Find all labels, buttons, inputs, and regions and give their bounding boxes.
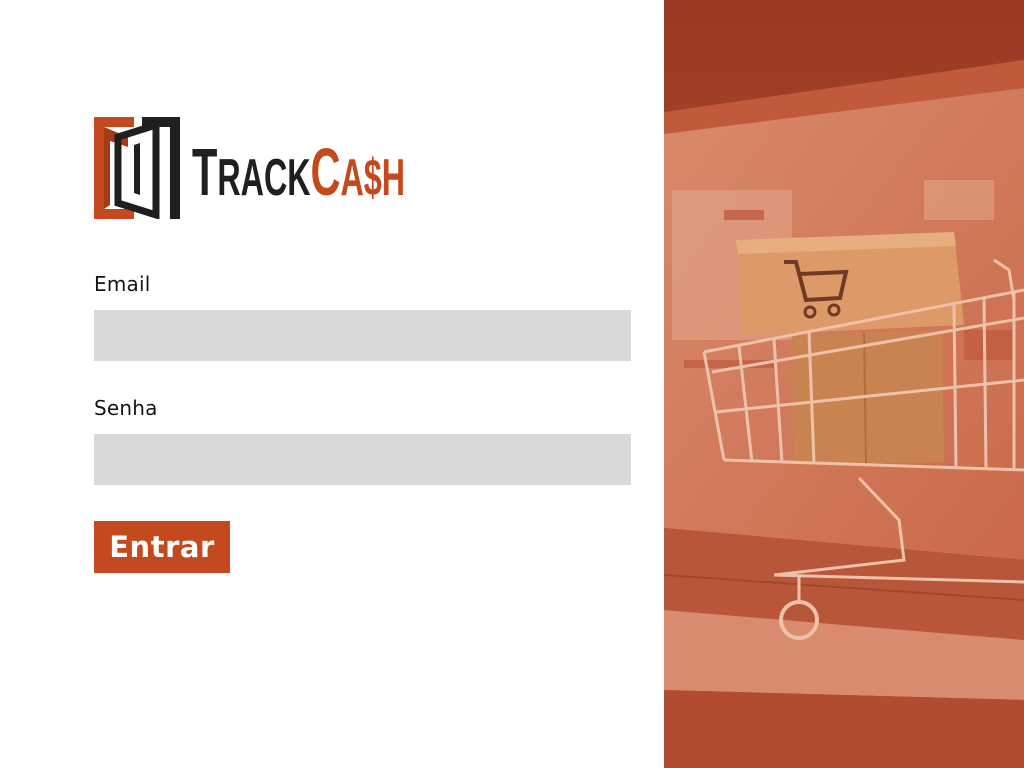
brand-word-cash: CA$H — [310, 135, 406, 210]
hero-image — [664, 0, 1024, 768]
email-field[interactable] — [94, 310, 631, 361]
login-button[interactable]: Entrar — [94, 521, 230, 573]
email-label: Email — [94, 272, 151, 296]
door-frame-logo-icon — [94, 117, 180, 219]
login-panel: TRACKCA$H Email Senha Entrar — [0, 0, 664, 768]
password-label: Senha — [94, 396, 158, 420]
shopping-cart-on-laptop-photo — [664, 0, 1024, 768]
password-field[interactable] — [94, 434, 631, 485]
brand-word-track: TRACK — [192, 135, 311, 210]
trackcash-logo: TRACKCA$H — [94, 117, 414, 219]
brand-wordmark: TRACKCA$H — [192, 139, 415, 205]
